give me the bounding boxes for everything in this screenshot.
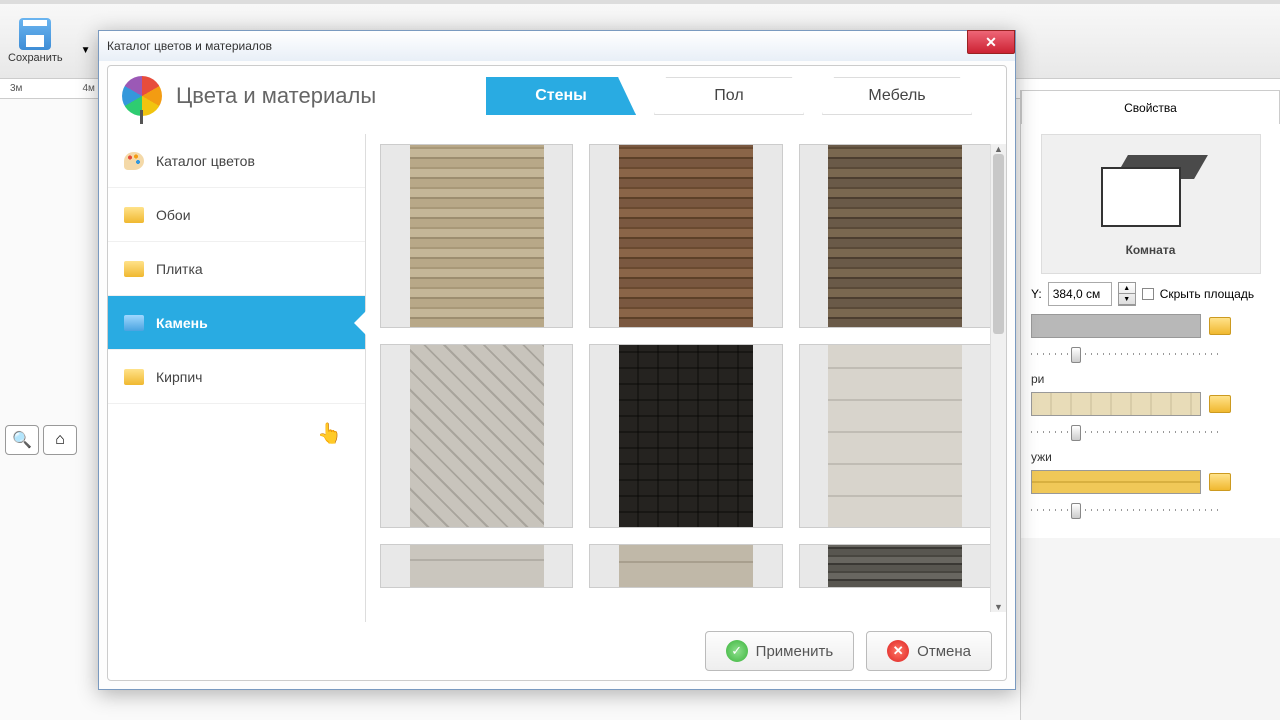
check-icon: ✓ bbox=[726, 640, 748, 662]
sidebar-item-colors[interactable]: Каталог цветов bbox=[108, 134, 365, 188]
tab-floor[interactable]: Пол bbox=[654, 77, 804, 115]
close-icon: ✕ bbox=[985, 34, 997, 51]
magnifier-icon: 🔍 bbox=[12, 430, 32, 450]
close-button[interactable]: ✕ bbox=[967, 30, 1015, 54]
save-button[interactable]: Сохранить bbox=[8, 18, 63, 64]
zoom-button[interactable]: 🔍 bbox=[5, 425, 39, 455]
y-label: Y: bbox=[1031, 287, 1042, 301]
texture-thumb[interactable] bbox=[380, 144, 573, 328]
texture-thumb[interactable] bbox=[799, 344, 992, 528]
texture-swatch-3[interactable] bbox=[1031, 470, 1201, 494]
apply-button[interactable]: ✓ Применить bbox=[705, 631, 855, 671]
texture-swatch-1[interactable] bbox=[1031, 314, 1201, 338]
browse-folder-icon[interactable] bbox=[1209, 473, 1231, 491]
slider-1[interactable] bbox=[1031, 344, 1221, 364]
cancel-button[interactable]: ✕ Отмена bbox=[866, 631, 992, 671]
texture-thumb[interactable] bbox=[799, 144, 992, 328]
sidebar-item-tile[interactable]: Плитка bbox=[108, 242, 365, 296]
folder-icon bbox=[124, 207, 144, 223]
palette-icon bbox=[124, 152, 144, 170]
texture-thumb[interactable] bbox=[589, 344, 782, 528]
hide-area-label: Скрыть площадь bbox=[1160, 287, 1254, 301]
browse-folder-icon[interactable] bbox=[1209, 395, 1231, 413]
save-label: Сохранить bbox=[8, 52, 63, 64]
room-preview: Комната bbox=[1041, 134, 1261, 274]
folder-icon bbox=[124, 315, 144, 331]
save-icon bbox=[19, 18, 51, 50]
y-spinner[interactable]: ▲▼ bbox=[1118, 282, 1136, 306]
save-dropdown-arrow[interactable]: ▼ bbox=[81, 45, 91, 56]
room-label: Комната bbox=[1126, 243, 1176, 257]
sidebar-item-stone[interactable]: Камень bbox=[108, 296, 365, 350]
tab-furniture[interactable]: Мебель bbox=[822, 77, 972, 115]
scroll-up-icon[interactable]: ▲ bbox=[994, 144, 1003, 154]
slider-3[interactable] bbox=[1031, 500, 1221, 520]
texture-thumb[interactable] bbox=[380, 544, 573, 588]
texture-thumb[interactable] bbox=[589, 144, 782, 328]
browse-folder-icon[interactable] bbox=[1209, 317, 1231, 335]
section-label-2: ужи bbox=[1031, 450, 1270, 464]
texture-thumb[interactable] bbox=[380, 344, 573, 528]
tab-properties[interactable]: Свойства bbox=[1021, 90, 1280, 124]
hide-area-checkbox[interactable] bbox=[1142, 288, 1154, 300]
section-label-1: ри bbox=[1031, 372, 1270, 386]
texture-thumb[interactable] bbox=[589, 544, 782, 588]
home-icon: ⌂ bbox=[55, 431, 65, 449]
slider-2[interactable] bbox=[1031, 422, 1221, 442]
tab-walls[interactable]: Стены bbox=[486, 77, 636, 115]
sidebar-item-brick[interactable]: Кирпич bbox=[108, 350, 365, 404]
folder-icon bbox=[124, 261, 144, 277]
y-input[interactable] bbox=[1048, 282, 1112, 306]
scrollbar[interactable]: ▲ ▼ bbox=[990, 144, 1006, 612]
materials-dialog: Каталог цветов и материалов ✕ Цвета и ма… bbox=[98, 30, 1016, 690]
folder-icon bbox=[124, 369, 144, 385]
texture-swatch-2[interactable] bbox=[1031, 392, 1201, 416]
texture-thumb[interactable] bbox=[799, 544, 992, 588]
scrollbar-thumb[interactable] bbox=[993, 154, 1004, 334]
umbrella-icon bbox=[122, 76, 162, 116]
scroll-down-icon[interactable]: ▼ bbox=[994, 602, 1003, 612]
dialog-header-title: Цвета и материалы bbox=[176, 83, 472, 109]
dialog-title: Каталог цветов и материалов bbox=[99, 31, 1015, 61]
cancel-icon: ✕ bbox=[887, 640, 909, 662]
home-button[interactable]: ⌂ bbox=[43, 425, 77, 455]
sidebar-item-wallpaper[interactable]: Обои bbox=[108, 188, 365, 242]
